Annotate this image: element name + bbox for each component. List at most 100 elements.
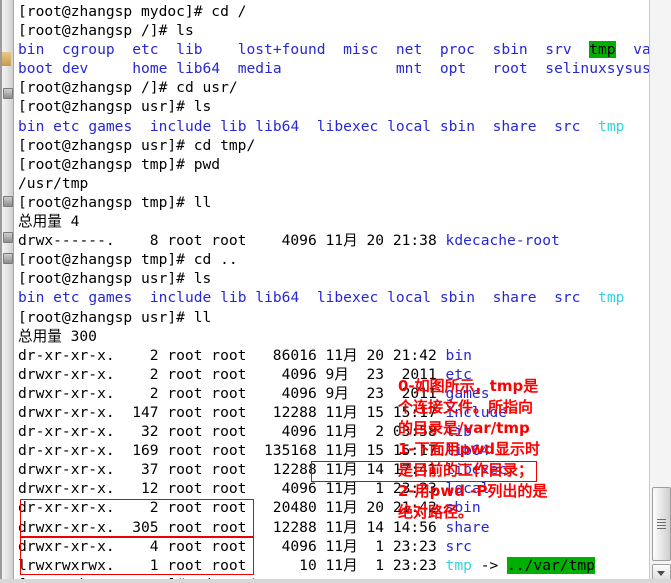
dir-entry-src: src (554, 117, 581, 135)
dir-entry-tmp: tmp (589, 41, 616, 59)
shell-prompt: [root@zhangsp tmp]# (18, 251, 194, 269)
shell-command: pwd (193, 155, 221, 173)
shell-prompt: [root@zhangsp usr]# (18, 136, 194, 154)
dir-entry-dev: dev (61, 60, 89, 78)
shell-prompt: [root@zhangsp usr]# (18, 308, 194, 326)
terminal-body[interactable]: [root@zhangsp mydoc]# cd / [root@zhangsp … (14, 0, 671, 583)
dir-entry-boot: boot (18, 60, 54, 78)
listing-name: lib (445, 423, 472, 441)
gutter-marker-2 (3, 196, 13, 207)
listing-name: etc (445, 365, 472, 383)
dir-entry-root: root (492, 60, 528, 78)
listing-name: src (445, 537, 472, 555)
dir-entry-share: share (492, 289, 537, 307)
listing-metadata: dr-xr-xr-x. 2 root root 20480 11月 20 21:… (18, 499, 446, 517)
dir-entry-include: include (149, 117, 212, 135)
directory-listing-row: bin etc games include lib lib64 libexec … (18, 117, 671, 136)
symlink-target: ../var/tmp (507, 556, 595, 574)
terminal-window[interactable]: [root@zhangsp mydoc]# cd / [root@zhangsp … (0, 0, 671, 583)
dir-entry-sys: sys (606, 60, 634, 78)
terminal-command-line: [root@zhangsp /]# ls (18, 21, 671, 40)
listing-name: lib64 (445, 442, 490, 460)
dir-entry-lib: lib (220, 117, 247, 135)
dir-entry-lib: lib (176, 41, 203, 59)
listing-name: share (445, 518, 490, 536)
vertical-scrollbar[interactable] (649, 0, 671, 583)
terminal-output-line: 总用量 300 (18, 327, 671, 346)
dir-entry-media: media (237, 60, 282, 78)
terminal-command-line: [root@zhangsp tmp]# pwd (18, 155, 671, 174)
listing-metadata: drwxr-xr-x. 37 root root 12288 11月 14 17… (18, 461, 446, 479)
dir-entry-lost+found: lost+found (237, 41, 326, 59)
listing-metadata: dr-xr-xr-x. 2 root root 86016 11月 20 21:… (18, 346, 446, 364)
output-text: /usr/tmp (18, 174, 89, 192)
shell-prompt: [root@zhangsp tmp]# (18, 155, 194, 173)
shell-command: ll (193, 193, 212, 211)
dir-entry-tmp: tmp (598, 289, 625, 307)
listing-metadata: drwxr-xr-x. 147 root root 12288 11月 15 1… (18, 403, 446, 421)
directory-listing-row: bin cgroup etc lib lost+found misc net p… (18, 40, 671, 59)
listing-name: kdecache-root (445, 232, 560, 250)
shell-prompt: [root@zhangsp usr]# (18, 270, 194, 288)
dir-entry-lib64: lib64 (176, 60, 221, 78)
directory-listing-row: boot dev home lib64 media mnt opt root s… (18, 59, 671, 78)
scrollbar-grip-icon (657, 519, 666, 529)
shell-command: ls (193, 270, 212, 288)
symlink-arrow: -> (471, 556, 508, 574)
listing-name: libexec (445, 461, 508, 479)
shell-command: cd .. (193, 251, 238, 269)
shell-command: ls (193, 98, 212, 116)
listing-metadata: drwxr-xr-x. 12 root root 4096 11月 1 23:2… (18, 480, 446, 498)
terminal-screen[interactable]: [root@zhangsp mydoc]# cd / [root@zhangsp … (14, 0, 671, 583)
shell-prompt: [root@zhangsp usr]# (18, 98, 194, 116)
scrollbar-track[interactable] (650, 0, 671, 565)
dir-entry-games: games (88, 117, 133, 135)
long-listing-row: drwxr-xr-x. 12 root root 4096 11月 1 23:2… (18, 479, 671, 498)
dir-entry-net: net (395, 41, 423, 59)
gutter-marker-4 (3, 253, 13, 264)
long-listing-row: drwxr-xr-x. 2 root root 4096 9月 23 2011 … (18, 365, 671, 384)
dir-entry-srv: srv (545, 41, 572, 59)
dir-entry-sbin: sbin (439, 289, 476, 307)
shell-prompt: [root@zhangsp /]# (18, 22, 177, 40)
scrollbar-thumb[interactable] (652, 487, 671, 561)
dir-entry-lib64: lib64 (255, 117, 300, 135)
dir-entry-bin: bin (18, 41, 45, 59)
dir-entry-etc: etc (53, 289, 80, 307)
terminal-command-line: [root@zhangsp usr]# ll (18, 308, 671, 327)
shell-command: cd tmp/ (193, 136, 256, 154)
terminal-output-line: 总用量 4 (18, 212, 671, 231)
gutter-marker-amber (2, 52, 11, 66)
dir-entry-mnt: mnt (395, 60, 423, 78)
shell-prompt: [root@zhangsp tmp]# (18, 193, 194, 211)
long-listing-row: dr-xr-xr-x. 2 root root 86016 11月 20 21:… (18, 346, 671, 365)
long-listing-row: drwxr-xr-x. 305 root root 12288 11月 14 1… (18, 518, 671, 537)
long-listing-row: drwxr-xr-x. 2 root root 4096 9月 23 2011 … (18, 384, 671, 403)
terminal-output-line: /usr/tmp (18, 174, 671, 193)
terminal-command-line: [root@zhangsp tmp]# cd .. (18, 250, 671, 269)
symlink-name: tmp (445, 556, 472, 574)
shell-prompt: [root@zhangsp /]# (18, 79, 177, 97)
shell-command: ls (176, 22, 194, 40)
